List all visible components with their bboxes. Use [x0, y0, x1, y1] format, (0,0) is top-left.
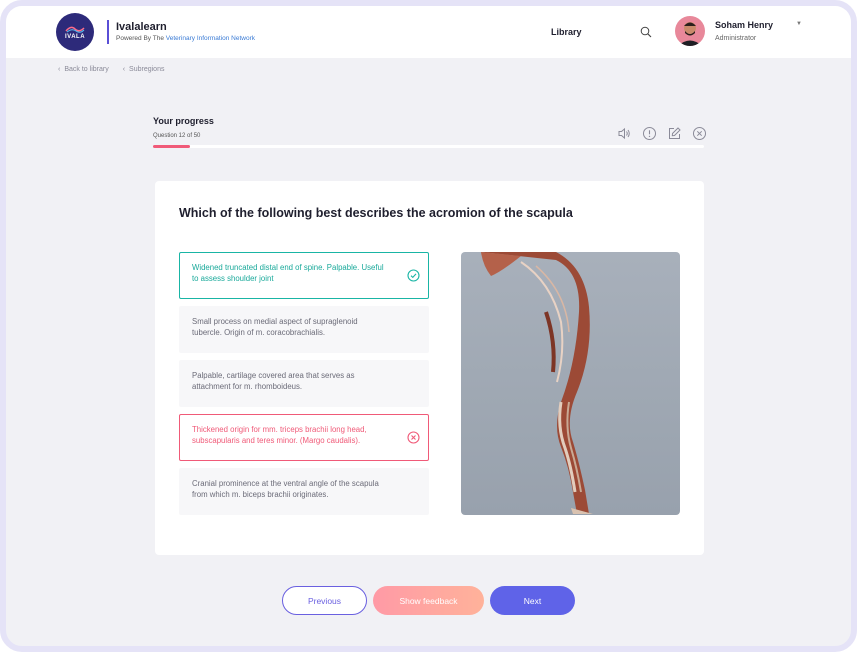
breadcrumb: ‹ Back to library ‹ Subregions: [58, 66, 164, 73]
nav-library-link[interactable]: Library: [551, 27, 582, 37]
speaker-icon: [618, 127, 630, 140]
breadcrumb-back-to-library[interactable]: ‹ Back to library: [58, 66, 109, 73]
avatar-portrait-icon: [678, 22, 702, 46]
option-text: Thickened origin for mm. triceps brachii…: [192, 425, 367, 445]
answer-option[interactable]: Small process on medial aspect of suprag…: [179, 306, 429, 353]
logo-text: IVALA: [64, 33, 86, 40]
option-text: Cranial prominence at the ventral angle …: [192, 479, 379, 499]
question-card: Which of the following best describes th…: [155, 181, 704, 555]
app-frame: IVALA Ivalalearn Powered By The Veterina…: [0, 0, 857, 652]
answer-option-wrong[interactable]: Thickened origin for mm. triceps brachii…: [179, 414, 429, 461]
search-icon[interactable]: [640, 26, 652, 38]
option-text: Small process on medial aspect of suprag…: [192, 317, 358, 337]
previous-button[interactable]: Previous: [282, 586, 367, 615]
audio-button[interactable]: [617, 126, 632, 141]
limb-specimen-illustration: [481, 252, 593, 514]
logo-wave-icon: [65, 26, 85, 33]
alert-circle-icon: [643, 127, 656, 140]
chevron-left-icon: ‹: [58, 66, 61, 73]
chevron-left-icon: ‹: [122, 66, 126, 73]
option-text: Widened truncated distal end of spine. P…: [192, 263, 384, 283]
brand-title: Ivalalearn: [116, 21, 167, 33]
x-circle-icon: [407, 431, 420, 444]
brand-divider: [107, 20, 109, 44]
ivala-logo[interactable]: IVALA: [56, 13, 94, 51]
user-menu-caret-icon[interactable]: ▼: [796, 21, 802, 27]
question-text: Which of the following best describes th…: [179, 206, 573, 220]
answer-option[interactable]: Palpable, cartilage covered area that se…: [179, 360, 429, 407]
progress-title: Your progress: [153, 116, 214, 126]
check-circle-icon: [407, 269, 420, 282]
report-button[interactable]: [642, 126, 657, 141]
anatomy-specimen-image: [461, 252, 680, 515]
show-feedback-button[interactable]: Show feedback: [373, 586, 484, 615]
breadcrumb-subregions[interactable]: ‹ Subregions: [123, 66, 165, 73]
brand-subtitle: Powered By The Veterinary Information Ne…: [116, 35, 255, 42]
brand-sub-prefix: Powered By The: [116, 35, 164, 42]
option-text: Palpable, cartilage covered area that se…: [192, 371, 355, 391]
progress-question-count: Question 12 of 50: [153, 133, 201, 139]
close-quiz-button[interactable]: [692, 126, 707, 141]
user-name[interactable]: Soham Henry: [715, 20, 773, 30]
progress-bar: [153, 145, 704, 148]
user-role: Administrator: [715, 35, 757, 42]
close-circle-icon: [693, 127, 706, 140]
progress-bar-fill: [153, 145, 190, 148]
next-button[interactable]: Next: [490, 586, 575, 615]
vin-link[interactable]: Veterinary Information Network: [166, 35, 255, 42]
answer-option-correct[interactable]: Widened truncated distal end of spine. P…: [179, 252, 429, 299]
user-avatar[interactable]: [675, 16, 705, 46]
answer-option[interactable]: Cranial prominence at the ventral angle …: [179, 468, 429, 515]
top-header: IVALA Ivalalearn Powered By The Veterina…: [6, 6, 851, 58]
question-toolbar: [617, 126, 707, 141]
edit-button[interactable]: [667, 126, 682, 141]
edit-icon: [669, 127, 681, 139]
